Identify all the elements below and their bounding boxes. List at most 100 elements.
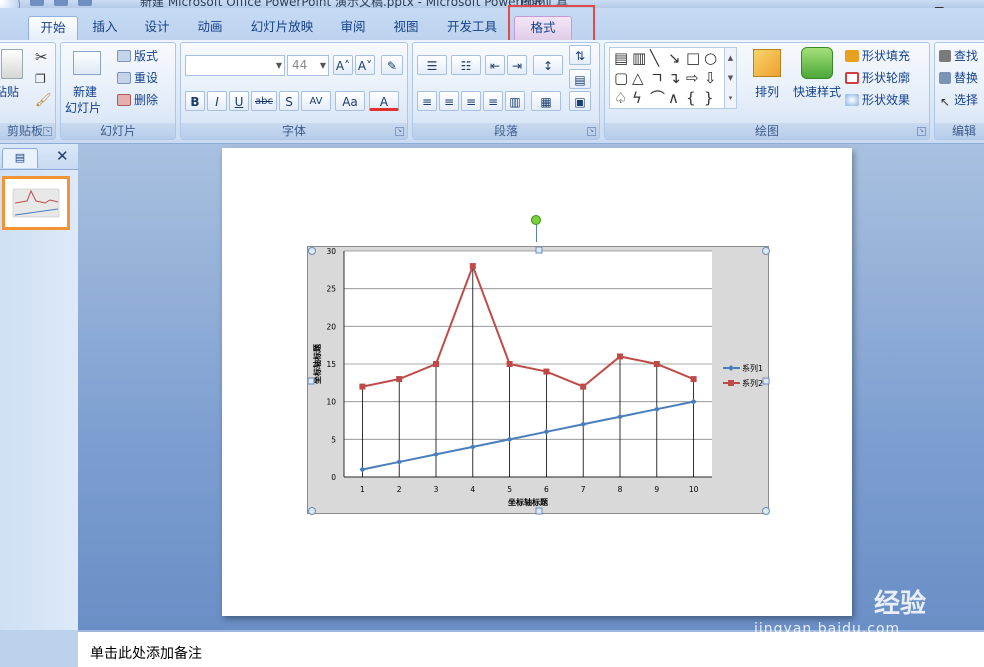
right-brace-icon[interactable]: } (704, 90, 714, 106)
paragraph-launcher-icon[interactable]: ↘ (587, 127, 596, 136)
data-point-series2 (396, 376, 403, 383)
font-name-combo[interactable]: ▼ (185, 55, 285, 76)
line-spacing-button[interactable]: ↕ (533, 55, 563, 75)
shape-fill-button[interactable]: 形状填充 (845, 47, 910, 65)
find-button[interactable]: 查找 (939, 47, 978, 65)
shape-outline-button[interactable]: 形状轮廓 (845, 69, 910, 87)
rotation-handle[interactable] (531, 215, 541, 225)
ribbon-tab-strip: 开始 插入 设计 动画 幻灯片放映 审阅 视图 开发工具 格式 (0, 8, 984, 40)
new-slide-icon[interactable] (73, 51, 101, 75)
clear-format-button[interactable]: ✎ (381, 55, 403, 75)
format-painter-icon[interactable]: 🖌 (35, 93, 52, 109)
cut-icon[interactable]: ✂ (35, 49, 48, 65)
shrink-font-button[interactable]: A˅ (355, 55, 375, 75)
grow-font-button[interactable]: A˄ (333, 55, 353, 75)
data-point-series2 (359, 383, 366, 390)
char-spacing-button[interactable]: AV (301, 91, 331, 111)
bullets-button[interactable]: ☰ (417, 55, 447, 75)
save-icon[interactable] (30, 0, 44, 6)
tab-insert[interactable]: 插入 (82, 16, 128, 40)
y-tick-label: 5 (331, 435, 336, 444)
delete-button[interactable]: 删除 (117, 91, 158, 109)
tab-view[interactable]: 视图 (383, 16, 429, 40)
underline-button[interactable]: U (229, 91, 249, 111)
text-direction-button[interactable]: ⇅ (569, 45, 591, 65)
legend-marker (728, 365, 734, 371)
redo-icon[interactable] (78, 0, 92, 6)
close-icon[interactable]: ✕ (56, 147, 69, 165)
smartart-button[interactable]: ▣ (569, 91, 591, 111)
layout-button[interactable]: 版式 (117, 47, 158, 65)
line-icon[interactable]: ╲ (650, 50, 659, 66)
right-arrow-icon[interactable]: ⇨ (686, 70, 699, 86)
vertical-textbox-icon[interactable]: ▥ (632, 50, 646, 66)
columns-button[interactable]: ▦ (531, 91, 561, 111)
minimize-icon[interactable]: ▁ (935, 0, 943, 8)
shadow-button[interactable]: S (279, 91, 299, 111)
justify-button[interactable]: ≡ (483, 91, 503, 111)
strikethrough-button[interactable]: abc (251, 91, 277, 111)
decrease-indent-button[interactable]: ⇤ (485, 55, 505, 75)
triangle-icon[interactable]: △ (632, 70, 644, 86)
legend-marker (728, 380, 734, 386)
tab-home[interactable]: 开始 (28, 16, 78, 40)
x-tick-label: 3 (434, 485, 439, 494)
y-tick-label: 15 (326, 360, 336, 369)
font-launcher-icon[interactable]: ↘ (395, 127, 404, 136)
down-arrow-icon[interactable]: ⇩ (704, 70, 717, 86)
font-color-button[interactable]: A (369, 91, 399, 111)
outline-pen-icon (845, 72, 859, 84)
align-right-button[interactable]: ≡ (461, 91, 481, 111)
tab-animation[interactable]: 动画 (187, 16, 233, 40)
textbox-icon[interactable]: ▤ (614, 50, 628, 66)
align-left-button[interactable]: ≡ (417, 91, 437, 111)
arc-icon[interactable]: ⌒ (650, 90, 665, 106)
fill-bucket-icon (845, 50, 859, 62)
numbering-button[interactable]: ☷ (451, 55, 481, 75)
select-button[interactable]: ↖ 选择 (939, 91, 978, 109)
align-center-button[interactable]: ≡ (439, 91, 459, 111)
paste-icon[interactable] (1, 49, 23, 79)
gallery-scroll[interactable]: ▲ ▼ ▾ (724, 48, 736, 108)
drawing-launcher-icon[interactable]: ↘ (917, 127, 926, 136)
quick-styles-icon[interactable] (801, 47, 833, 79)
italic-button[interactable]: I (207, 91, 227, 111)
undo-icon[interactable] (54, 0, 68, 6)
lightning-icon[interactable]: ϟ (632, 90, 642, 106)
elbow-connector-icon[interactable]: ㄱ (650, 70, 664, 86)
clipboard-launcher-icon[interactable]: ↘ (43, 127, 52, 136)
elbow-arrow-icon[interactable]: ↴ (668, 70, 681, 86)
increase-indent-button[interactable]: ⇥ (507, 55, 527, 75)
new-slide-button[interactable]: 幻灯片 (65, 99, 101, 117)
oval-icon[interactable]: ○ (704, 50, 717, 66)
rounded-rect-icon[interactable]: ▢ (614, 70, 628, 86)
tab-slideshow[interactable]: 幻灯片放映 (244, 16, 320, 40)
y-tick-label: 30 (326, 247, 336, 256)
x-tick-label: 7 (581, 485, 586, 494)
left-brace-icon[interactable]: { (686, 90, 696, 106)
shapes-gallery[interactable]: ▤ ▥ ╲ ↘ □ ○ ▢ △ ㄱ ↴ ⇨ ⇩ ♤ ϟ ⌒ ∧ { } ▲ ▼ ▾ (609, 47, 737, 109)
align-text-button[interactable]: ▤ (569, 69, 591, 89)
arrange-icon[interactable] (753, 49, 781, 77)
tab-developer[interactable]: 开发工具 (439, 16, 505, 40)
curve-icon[interactable]: ∧ (668, 90, 679, 106)
bold-button[interactable]: B (185, 91, 205, 111)
outline-tab-icon[interactable]: ▤ (2, 148, 38, 168)
rectangle-icon[interactable]: □ (686, 50, 700, 66)
chart-object[interactable]: 0 5 10 15 20 25 30 1 2 3 4 5 6 7 8 9 10 坐标轴标题 坐标轴标题 系列1 系列2 (307, 246, 770, 515)
shape-effects-button[interactable]: 形状效果 (845, 91, 910, 109)
tab-review[interactable]: 审阅 (330, 16, 376, 40)
freeform-icon[interactable]: ♤ (614, 90, 627, 106)
tab-design[interactable]: 设计 (134, 16, 180, 40)
copy-icon[interactable]: ❐ (35, 71, 46, 87)
arrange-button[interactable]: 排列 (755, 83, 779, 101)
arrow-line-icon[interactable]: ↘ (668, 50, 681, 66)
quick-styles-button[interactable]: 快速样式 (793, 83, 841, 101)
reset-button[interactable]: 重设 (117, 69, 158, 87)
replace-button[interactable]: 替换 (939, 69, 978, 87)
paste-button[interactable]: 粘贴 (0, 83, 19, 101)
font-size-combo[interactable]: 44 ▼ (287, 55, 329, 76)
distributed-button[interactable]: ▥ (505, 91, 525, 111)
slide-thumbnail-1[interactable] (2, 176, 70, 230)
change-case-button[interactable]: Aa (335, 91, 365, 111)
